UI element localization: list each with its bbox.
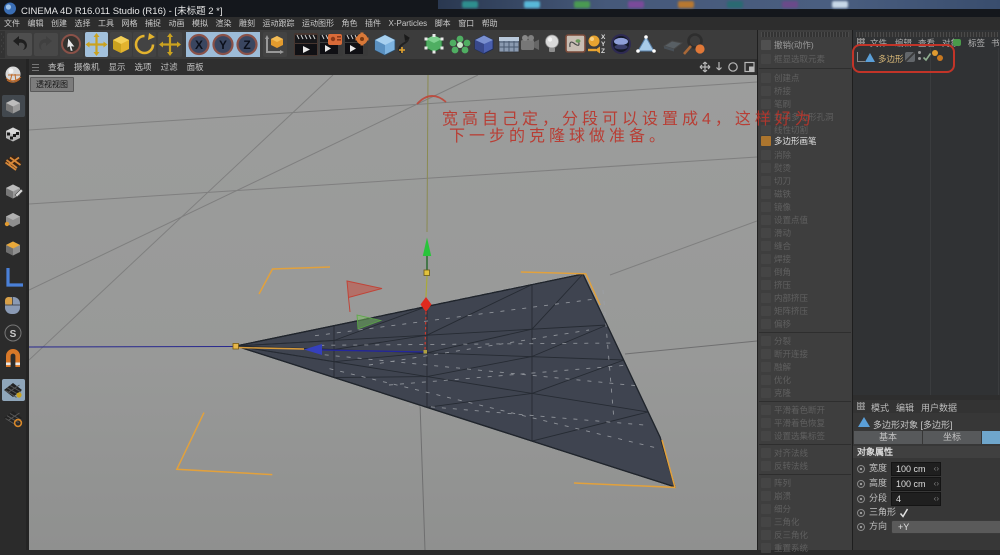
svg-text:X: X — [195, 38, 203, 52]
svg-text:Y: Y — [601, 41, 606, 48]
svg-text:Z: Z — [601, 48, 605, 55]
svg-text:S: S — [10, 329, 17, 340]
svg-text:Y: Y — [219, 38, 227, 52]
svg-text:X: X — [601, 34, 606, 41]
svg-text:Z: Z — [243, 38, 250, 52]
